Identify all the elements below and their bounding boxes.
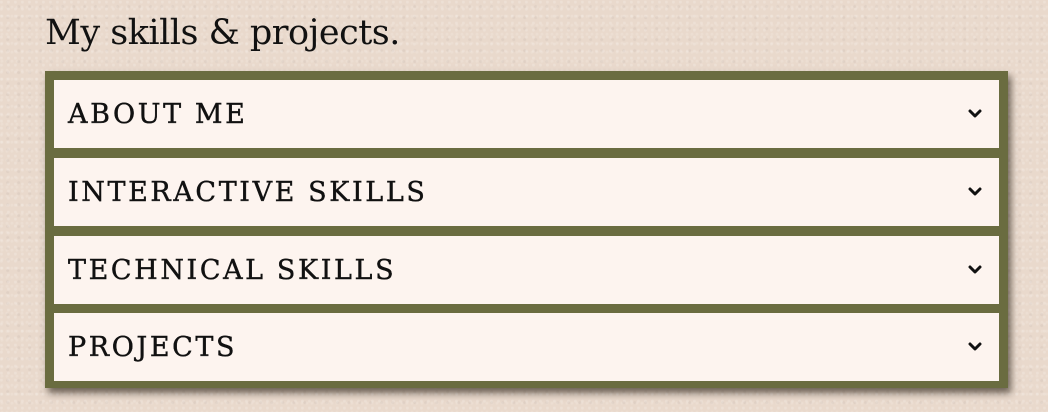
chevron-down-icon[interactable] bbox=[966, 340, 984, 354]
chevron-down-icon[interactable] bbox=[966, 185, 984, 199]
accordion-item-label: TECHNICAL SKILLS bbox=[68, 254, 397, 286]
chevron-down-icon[interactable] bbox=[966, 107, 984, 121]
page-title: My skills & projects. bbox=[45, 13, 400, 53]
accordion-item-projects[interactable]: PROJECTS bbox=[54, 313, 999, 381]
accordion-item-about-me[interactable]: ABOUT ME bbox=[54, 80, 999, 148]
accordion-item-label: ABOUT ME bbox=[68, 98, 248, 130]
chevron-down-icon[interactable] bbox=[966, 263, 984, 277]
accordion-item-technical-skills[interactable]: TECHNICAL SKILLS bbox=[54, 236, 999, 304]
accordion-item-interactive-skills[interactable]: INTERACTIVE SKILLS bbox=[54, 158, 999, 226]
skills-accordion: ABOUT ME INTERACTIVE SKILLS TECHNICAL SK… bbox=[45, 71, 1008, 388]
accordion-item-label: INTERACTIVE SKILLS bbox=[68, 176, 428, 208]
accordion-item-label: PROJECTS bbox=[68, 331, 238, 363]
